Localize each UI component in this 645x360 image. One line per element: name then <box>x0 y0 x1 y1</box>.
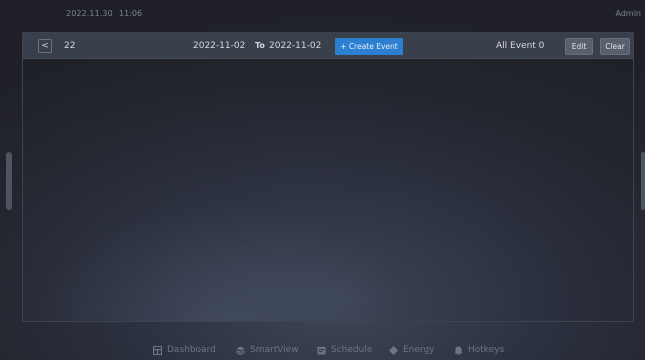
nav-smartview[interactable]: SmartView <box>236 345 299 355</box>
nav-dashboard-label: Dashboard <box>167 345 216 355</box>
status-time: 11:06 <box>119 9 143 18</box>
nav-energy-label: Energy <box>403 345 435 355</box>
left-drawer-handle[interactable] <box>6 152 12 210</box>
hotkeys-icon <box>454 345 463 355</box>
nav-dashboard[interactable]: Dashboard <box>153 345 216 355</box>
clear-label: Clear <box>605 42 625 51</box>
user-name[interactable]: Admin <box>616 9 642 18</box>
clear-button[interactable]: Clear <box>600 38 630 55</box>
create-event-label: + Create Event <box>340 42 398 51</box>
date-from[interactable]: 2022-11-02 <box>193 41 245 51</box>
nav-energy[interactable]: Energy <box>389 345 435 355</box>
right-drawer-handle[interactable] <box>641 152 645 210</box>
bottom-nav: Dashboard SmartView Schedule Energy Hotk… <box>0 340 645 360</box>
status-bar: 2022.11.30 11:06 Admin <box>0 0 645 30</box>
edit-label: Edit <box>571 42 587 51</box>
schedule-toolbar: < 22 2022-11-02 To 2022-11-02 + Create E… <box>23 33 633 59</box>
nav-schedule[interactable]: Schedule <box>317 345 372 355</box>
nav-schedule-label: Schedule <box>331 345 373 355</box>
nav-hotkeys[interactable]: Hotkeys <box>454 345 504 355</box>
edit-button[interactable]: Edit <box>565 38 593 55</box>
smartview-icon <box>236 345 245 355</box>
item-number: 22 <box>64 41 76 51</box>
date-to[interactable]: 2022-11-02 <box>269 41 321 51</box>
schedule-panel: < 22 2022-11-02 To 2022-11-02 + Create E… <box>22 32 634 322</box>
schedule-icon <box>317 346 326 355</box>
nav-smartview-label: SmartView <box>250 345 299 355</box>
all-event-count: All Event 0 <box>496 41 545 51</box>
create-event-button[interactable]: + Create Event <box>335 38 403 55</box>
chevron-left-icon: < <box>41 41 49 51</box>
dashboard-icon <box>153 345 162 355</box>
nav-hotkeys-label: Hotkeys <box>468 345 505 355</box>
energy-icon <box>389 345 398 355</box>
back-button[interactable]: < <box>38 39 52 53</box>
to-label: To <box>255 41 265 50</box>
status-date: 2022.11.30 <box>66 9 113 18</box>
